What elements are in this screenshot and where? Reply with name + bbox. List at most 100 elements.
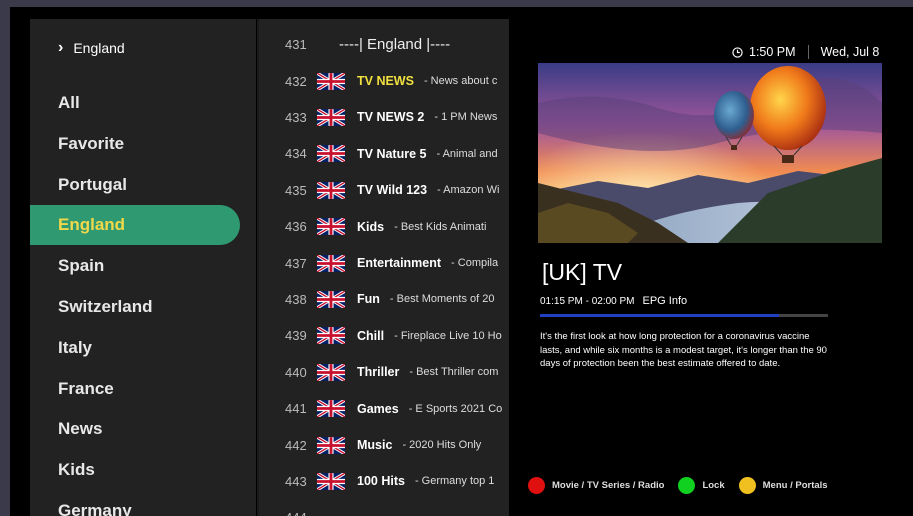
channel-row[interactable]: 437 Entertainment - Compila <box>259 248 509 278</box>
uk-flag-icon <box>316 325 346 346</box>
channel-list: 431 ----| England |---- 432 TV NEWS - News… <box>257 19 509 516</box>
channel-row[interactable]: 435 TV Wild 123 - Amazon Wi <box>259 175 509 205</box>
epg-row: 01:15 PM - 02:00 PM EPG Info <box>540 295 687 307</box>
iptv-player-screen: › England All Favorite Portugal England Spai… <box>10 7 913 516</box>
channel-preview-image[interactable] <box>538 63 882 243</box>
channel-now-playing: - Best Thriller com <box>409 366 499 379</box>
category-item-england[interactable]: England <box>30 205 240 246</box>
program-progress-fill <box>540 314 780 317</box>
channel-row[interactable]: 442 Music - 2020 Hits Only <box>259 430 509 460</box>
channel-number: 443 <box>285 473 307 489</box>
clock-display: 1:50 PM Wed, Jul 8 <box>732 45 879 59</box>
remote-key-legend: Movie / TV Series / Radio Lock Menu / Port… <box>528 477 842 494</box>
current-category-label: England <box>73 40 125 56</box>
color-key-dot-icon <box>528 477 545 494</box>
clock-date: Wed, Jul 8 <box>820 45 880 59</box>
uk-flag-icon <box>316 435 346 455</box>
channel-row[interactable]: 433 TV NEWS 2 - 1 PM News <box>259 102 509 132</box>
channel-number: 444 <box>259 510 317 516</box>
channel-now-playing: - Best Moments of 20 <box>389 293 495 306</box>
category-item-kids[interactable]: Kids <box>30 450 240 490</box>
balloons-landscape-image <box>538 63 882 243</box>
channel-name: 100 Hits <box>357 474 405 489</box>
channel-name: Entertainment <box>357 256 442 270</box>
category-item-france[interactable]: France <box>30 369 240 409</box>
channel-row[interactable]: 434 TV Nature 5 - Animal and <box>259 139 509 169</box>
legend-item: Movie / TV Series / Radio <box>528 477 664 494</box>
clock-time: 1:50 PM <box>749 45 796 59</box>
channel-now-playing: - Compila <box>451 257 499 269</box>
channel-now-playing: - 2020 Hits Only <box>402 439 482 451</box>
epg-info-link[interactable]: EPG Info <box>643 295 688 307</box>
category-item-spain[interactable]: Spain <box>30 246 240 286</box>
channel-name: Music <box>357 438 393 452</box>
category-item-news[interactable]: News <box>30 409 240 449</box>
channel-now-playing: - Amazon Wi <box>437 184 500 197</box>
channel-row[interactable]: 439 Chill - Fireplace Live 10 Ho <box>259 321 509 351</box>
channel-name: TV NEWS <box>357 74 414 88</box>
channel-number: 437 <box>285 255 307 271</box>
channel-name: Kids <box>357 219 385 234</box>
channel-row[interactable]: 441 Games - E Sports 2021 Co <box>259 394 509 424</box>
channel-number: 435 <box>285 182 307 198</box>
uk-flag-icon <box>316 180 346 200</box>
category-breadcrumb[interactable]: › England <box>58 38 125 58</box>
channel-number: 440 <box>285 364 307 380</box>
program-time-range: 01:15 PM - 02:00 PM <box>540 295 635 307</box>
channel-name: Chill <box>357 328 385 343</box>
category-item-favorite[interactable]: Favorite <box>30 124 240 164</box>
category-sidebar: › England All Favorite Portugal England Spai… <box>30 19 256 516</box>
channel-now-playing: - Animal and <box>436 147 498 160</box>
uk-flag-icon <box>316 471 346 492</box>
legend-item: Lock <box>678 477 725 494</box>
channel-name: TV Nature 5 <box>357 146 427 161</box>
uk-flag-icon <box>316 253 346 273</box>
channel-number: 441 <box>285 401 307 417</box>
clock-icon <box>732 46 743 58</box>
uk-flag-icon <box>316 143 346 164</box>
channel-number: 433 <box>285 109 307 125</box>
legend-label: Menu / Portals <box>762 480 828 491</box>
channel-now-playing: - E Sports 2021 Co <box>408 402 503 415</box>
uk-flag-icon <box>316 107 346 128</box>
channel-row[interactable]: 438 Fun - Best Moments of 20 <box>259 284 509 314</box>
channel-row[interactable]: 432 TV NEWS - News about c <box>259 66 509 96</box>
clock-divider <box>807 45 809 59</box>
channel-number: 432 <box>285 73 307 89</box>
channel-number: 438 <box>285 291 307 307</box>
color-key-dot-icon <box>738 477 756 494</box>
channel-now-playing: - Germany top 1 <box>414 475 495 488</box>
category-item-all[interactable]: All <box>30 83 240 123</box>
program-synopsis: It's the first look at how long protecti… <box>540 331 827 369</box>
category-item-italy[interactable]: Italy <box>30 328 240 368</box>
chevron-right-icon: › <box>58 39 64 56</box>
color-key-dot-icon <box>678 477 696 494</box>
channel-number: 439 <box>285 328 307 344</box>
channel-name: TV NEWS 2 <box>357 110 425 125</box>
channel-name: Fun <box>357 292 380 307</box>
preview-channel-title: [UK] TV <box>542 259 623 285</box>
category-item-switzerland[interactable]: Switzerland <box>30 287 240 327</box>
program-progress-bar <box>540 314 828 317</box>
uk-flag-icon <box>316 362 346 382</box>
channel-number: 442 <box>285 437 307 453</box>
uk-flag-icon <box>316 216 346 237</box>
legend-item: Menu / Portals <box>738 477 828 494</box>
channel-row[interactable]: 440 Thriller - Best Thriller com <box>259 357 509 387</box>
channel-now-playing: - 1 PM News <box>434 111 498 124</box>
uk-flag-icon <box>316 71 346 91</box>
group-title: ----| England |---- <box>339 35 451 53</box>
channel-now-playing: - Best Kids Animati <box>394 220 487 233</box>
channel-name: TV Wild 123 <box>357 183 428 198</box>
legend-label: Movie / TV Series / Radio <box>552 480 665 491</box>
category-item-portugal[interactable]: Portugal <box>30 165 240 205</box>
category-item-germany[interactable]: Germany <box>30 491 240 516</box>
channel-row[interactable]: 436 Kids - Best Kids Animati <box>259 212 509 242</box>
channel-row[interactable]: 443 100 Hits - Germany top 1 <box>259 466 509 496</box>
channel-group-header: 431 ----| England |---- <box>259 29 509 59</box>
channel-now-playing: - Fireplace Live 10 Ho <box>394 329 502 342</box>
uk-flag-icon <box>316 289 346 310</box>
channel-name: Thriller <box>357 365 400 380</box>
group-number: 431 <box>285 36 307 52</box>
channel-name: Games <box>357 401 399 416</box>
